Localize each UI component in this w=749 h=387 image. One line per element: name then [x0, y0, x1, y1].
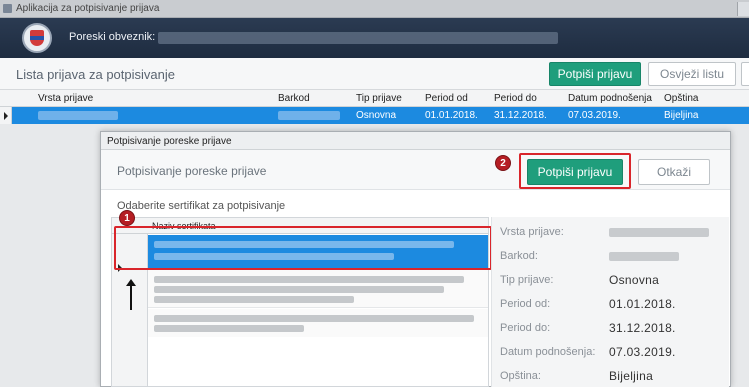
- extra-toolbar-button[interactable]: [741, 62, 749, 86]
- detail-tip: Tip prijave: Osnovna: [500, 273, 660, 287]
- step-1-badge: 1: [119, 210, 135, 226]
- filing-details-panel: Vrsta prijave: Barkod: Tip prijave: Osno…: [491, 217, 729, 387]
- opstina-cell: Bijeljina: [664, 110, 699, 121]
- sign-button[interactable]: Potpiši prijavu: [549, 62, 641, 86]
- certificate-row[interactable]: [148, 309, 488, 337]
- period-do-cell: 31.12.2018.: [494, 110, 547, 121]
- taxpayer-label: Poreski obveznik:: [69, 31, 156, 43]
- dialog-cancel-button[interactable]: Otkaži: [638, 159, 710, 185]
- barkod-value-redacted: [609, 252, 679, 261]
- app-icon: [3, 4, 12, 13]
- detail-barkod: Barkod:: [500, 247, 726, 267]
- dialog-sign-button[interactable]: Potpiši prijavu: [527, 159, 623, 185]
- detail-datum: Datum podnošenja: 07.03.2019.: [500, 345, 676, 359]
- table-header: Vrsta prijave Barkod Tip prijave Period …: [0, 90, 749, 107]
- barkod-cell-redacted: [278, 111, 340, 120]
- list-toolbar: Lista prijava za potpisivanje Potpiši pr…: [0, 58, 749, 90]
- vrsta-value-redacted: [609, 228, 709, 237]
- period-od-cell: 01.01.2018.: [425, 110, 478, 121]
- app-header: Poreski obveznik:: [0, 18, 749, 58]
- dialog-title-bar: Potpisivanje poreske prijave: [101, 132, 730, 150]
- dialog-title: Potpisivanje poreske prijave: [107, 136, 232, 147]
- refresh-list-button[interactable]: Osvježi listu: [648, 62, 736, 86]
- column-header-tip[interactable]: Tip prijave: [356, 93, 402, 104]
- datum-cell: 07.03.2019.: [568, 110, 621, 121]
- certificate-row[interactable]: [148, 270, 488, 308]
- row-pointer-icon: [0, 107, 12, 124]
- column-header-datum[interactable]: Datum podnošenja: [568, 93, 652, 104]
- detail-period-od: Period od: 01.01.2018.: [500, 297, 676, 311]
- column-header-period-do[interactable]: Period do: [494, 93, 537, 104]
- column-header-opstina[interactable]: Opština: [664, 93, 698, 104]
- column-header-period-od[interactable]: Period od: [425, 93, 468, 104]
- window-title-bar: Aplikacija za potpisivanje prijava: [0, 0, 749, 18]
- list-title: Lista prijava za potpisivanje: [16, 67, 175, 82]
- window-title: Aplikacija za potpisivanje prijava: [16, 3, 160, 14]
- column-header-barkod[interactable]: Barkod: [278, 93, 310, 104]
- certificate-caption: Odaberite sertifikat za potpisivanje: [117, 200, 286, 212]
- dialog-header: Potpisivanje poreske prijave 2 Potpiši p…: [101, 150, 730, 190]
- certificate-grid: Naziv sertifikata 1: [111, 210, 492, 387]
- pointer-arrow-icon: [126, 279, 136, 310]
- detail-period-do: Period do: 31.12.2018.: [500, 321, 676, 335]
- column-header-vrsta[interactable]: Vrsta prijave: [38, 93, 93, 104]
- taxpayer-value-redacted: [158, 32, 558, 44]
- certificate-highlight: [114, 226, 492, 270]
- vrsta-cell-redacted: [38, 111, 118, 120]
- dialog-heading: Potpisivanje poreske prijave: [117, 164, 267, 178]
- step-2-badge: 2: [495, 155, 511, 171]
- detail-vrsta: Vrsta prijave:: [500, 223, 726, 243]
- table-row[interactable]: Osnovna 01.01.2018. 31.12.2018. 07.03.20…: [0, 107, 749, 124]
- window-control-button[interactable]: [737, 2, 749, 16]
- sign-dialog: Potpisivanje poreske prijave Potpisivanj…: [100, 131, 731, 387]
- coat-of-arms-logo: [22, 23, 52, 53]
- tip-cell: Osnovna: [356, 110, 397, 121]
- detail-opstina: Opština: Bijeljina: [500, 369, 654, 383]
